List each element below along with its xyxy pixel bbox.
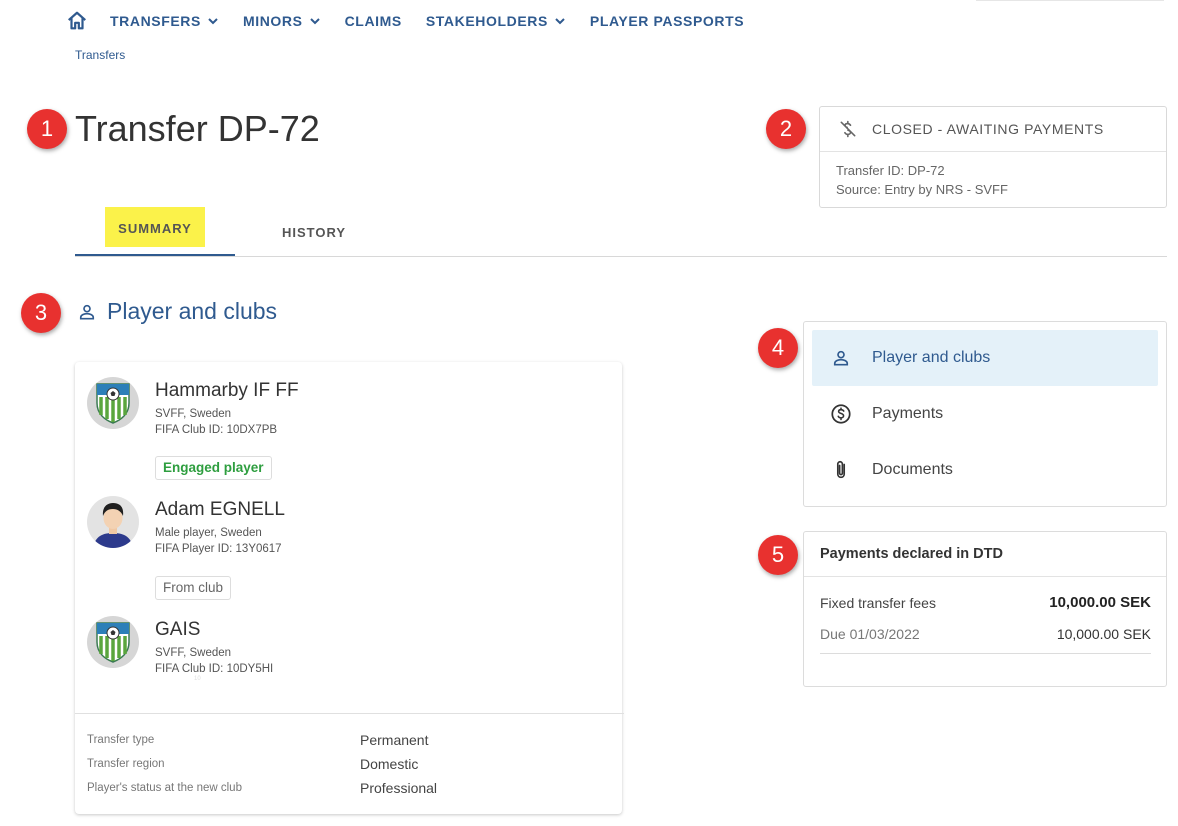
top-navigation: TRANSFERS MINORS CLAIMS STAKEHOLDERS PLA… [66,8,768,34]
player-avatar: 10 [87,496,201,682]
player-clubs-card: Hammarby IF FF SVFF, Sweden FIFA Club ID… [75,362,624,814]
annotation-marker-3: 3 [21,293,61,333]
status-label: CLOSED - AWAITING PAYMENTS [872,121,1104,137]
nav-claims-label: CLAIMS [344,13,402,29]
club-crest-hammarby [87,377,139,429]
payments-declared-card: Payments declared in DTD Fixed transfer … [803,531,1167,687]
tab-summary-label: SUMMARY [105,207,205,247]
person-icon [830,347,852,369]
status-header: CLOSED - AWAITING PAYMENTS [820,107,1166,152]
detail-label: Transfer type [87,734,155,746]
installment-amount: 10,000.00 SEK [1056,626,1151,642]
section-navigation: Player and clubs Payments Documents [803,321,1167,507]
club-crest-icon [96,622,130,663]
engaged-player-chip: Engaged player [155,456,272,480]
chevron-down-icon [309,18,320,25]
fixed-fees-row: Fixed transfer fees 10,000.00 SEK [820,594,1151,611]
engaging-club: Hammarby IF FF SVFF, Sweden FIFA Club ID… [87,377,299,438]
page-title: Transfer DP-72 [75,108,320,149]
detail-row-transfer-region: Transfer region Domestic [87,756,607,772]
club-crest-icon [96,383,130,424]
nav-player-passports-label: PLAYER PASSPORTS [589,13,745,29]
tab-history-label: HISTORY [281,224,347,240]
detail-row-player-status: Player's status at the new club Professi… [87,780,607,796]
breadcrumb[interactable]: Transfers [75,48,125,62]
chevron-down-icon [555,18,565,25]
engaging-club-fifa-id: FIFA Club ID: 10DX7PB [155,424,278,436]
detail-value: Domestic [360,756,419,772]
detail-label: Player's status at the new club [87,782,242,794]
nav-claims[interactable]: CLAIMS [345,13,402,29]
annotation-marker-2: 2 [766,109,806,149]
player-fifa-id: FIFA Player ID: 13Y0617 [155,543,282,555]
section-title: Player and clubs [77,298,277,325]
detail-label: Transfer region [87,758,165,770]
due-date-label: Due 01/03/2022 [820,626,920,642]
nav-stakeholders-label: STAKEHOLDERS [425,13,548,29]
section-title-text: Player and clubs [107,298,278,324]
player-avatar-icon [93,503,133,548]
top-divider [976,0,1164,1]
nav-minors[interactable]: MINORS [243,13,321,29]
detail-row-transfer-type: Transfer type Permanent [87,732,607,748]
chevron-down-icon [208,18,218,25]
club-crest-gais [87,616,139,668]
fixed-fees-amount: 10,000.00 SEK [1049,594,1151,611]
detail-value: Professional [360,780,438,796]
tab-bar: SUMMARY HISTORY [75,207,1167,257]
tab-summary[interactable]: SUMMARY [75,207,235,256]
sidenav-label: Documents [872,461,953,478]
former-club-name: GAIS [155,619,201,640]
source-text: Source: Entry by NRS - SVFF [836,182,1008,197]
player-gender-country: Male player, Sweden [155,527,262,539]
former-club-fifa-id: FIFA Club ID: 10DY5HI [155,663,274,675]
nav-transfers[interactable]: TRANSFERS [110,13,219,29]
from-club-chip: From club [155,576,232,600]
person-icon [79,304,95,319]
tab-history[interactable]: HISTORY [235,208,393,256]
player: 10 Adam EGNELL Male player, Sweden FIFA … [87,496,285,682]
transfer-id-text: Transfer ID: DP-72 [836,163,945,178]
player-name: Adam EGNELL [155,499,285,520]
installment-row: Due 01/03/2022 10,000.00 SEK [820,626,1151,654]
nav-stakeholders[interactable]: STAKEHOLDERS [426,13,566,29]
annotation-marker-4: 4 [758,328,798,368]
former-club: GAIS SVFF, Sweden FIFA Club ID: 10DY5HI [87,616,273,677]
paperclip-icon [830,459,852,481]
sidenav-player-and-clubs[interactable]: Player and clubs [812,330,1158,386]
sidenav-label: Payments [872,405,944,422]
dollar-circle-icon [830,403,852,425]
sidenav-payments[interactable]: Payments [812,386,1158,442]
sidenav-documents[interactable]: Documents [812,442,1158,498]
detail-value: Permanent [360,732,429,748]
former-club-association: SVFF, Sweden [155,647,232,659]
nav-player-passports[interactable]: PLAYER PASSPORTS [590,13,744,29]
status-details: Transfer ID: DP-72 Source: Entry by NRS … [820,152,1166,208]
nav-minors-label: MINORS [242,13,303,29]
transfer-status-box: CLOSED - AWAITING PAYMENTS Transfer ID: … [819,106,1167,208]
engaging-club-name: Hammarby IF FF [155,380,299,401]
fixed-fees-label: Fixed transfer fees [820,594,936,611]
sidenav-label: Player and clubs [872,349,991,366]
money-off-icon [840,120,856,138]
payments-card-title: Payments declared in DTD [804,532,1166,577]
annotation-marker-1: 1 [27,109,67,149]
card-divider [75,713,624,714]
engaging-club-association: SVFF, Sweden [155,408,232,420]
nav-transfers-label: TRANSFERS [110,13,201,29]
annotation-marker-5: 5 [758,535,798,575]
home-icon[interactable] [66,10,88,32]
